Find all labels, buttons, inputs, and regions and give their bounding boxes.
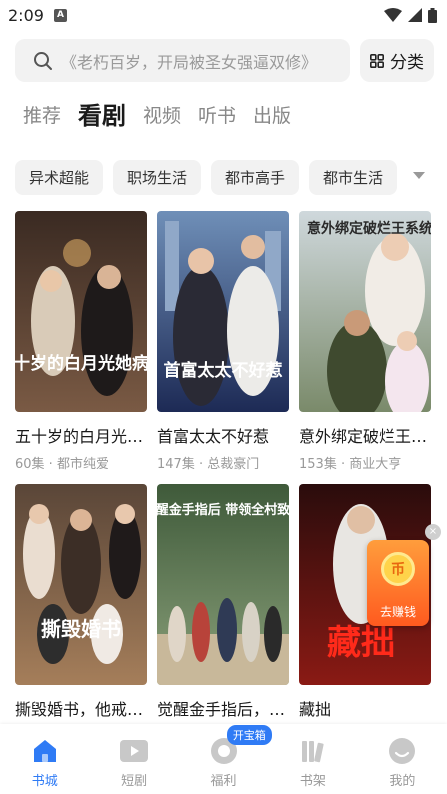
- tab-publish[interactable]: 出版: [253, 100, 291, 132]
- drama-title: 撕毁婚书，他戒掉了恋爱脑: [15, 700, 147, 719]
- drama-card[interactable]: 五十岁的白月光她病了 五十岁的白月光她病了 60集 · 都市纯爱: [15, 211, 147, 472]
- status-bar: 2:09 A: [0, 0, 447, 30]
- drama-cover: 意外绑定破烂王系统: [299, 211, 431, 412]
- drama-card[interactable]: 意外绑定破烂王系统 意外绑定破烂王系统 153集 · 商业大亨: [299, 211, 431, 472]
- grid-row: 五十岁的白月光她病了 五十岁的白月光她病了 60集 · 都市纯爱: [15, 211, 433, 472]
- treasure-box-badge[interactable]: 开宝箱: [226, 725, 272, 745]
- drama-title: 觉醒金手指后，带领全村致富: [157, 700, 289, 719]
- wifi-icon: [384, 8, 402, 22]
- chip-category[interactable]: 都市生活: [309, 160, 398, 195]
- drama-card[interactable]: 撕毁婚书 撕毁婚书，他戒掉了恋爱脑: [15, 484, 147, 720]
- status-time: 2:09: [8, 5, 44, 25]
- search-icon: [34, 51, 52, 70]
- bottom-nav: 书城 短剧 福利 开宝箱 书架 我的: [0, 724, 447, 794]
- nav-label: 书架: [299, 774, 326, 789]
- bookshelf-icon: [298, 736, 328, 766]
- short-drama-icon: [119, 736, 149, 766]
- cover-title-text: 撕毁婚书: [41, 617, 121, 641]
- status-indicators: [384, 7, 437, 23]
- nav-profile[interactable]: 我的: [358, 724, 447, 794]
- drama-cover: 五十岁的白月光她病了: [15, 211, 147, 412]
- classify-button[interactable]: 分类: [360, 39, 434, 82]
- earn-money-label: 去赚钱: [379, 605, 416, 619]
- content-tabs: 推荐 看剧 视频 听书 出版: [23, 98, 291, 132]
- nav-bookshelf[interactable]: 书架: [268, 724, 357, 794]
- chips-expand-icon[interactable]: [413, 172, 425, 179]
- cover-title-text: 五十岁的白月光她病了: [15, 353, 147, 374]
- chip-category[interactable]: 异术超能: [15, 160, 104, 195]
- app-screen: 2:09 A 《老朽百岁，开局被圣女强逼双修》 分类 推荐 看剧 视频 听书 出…: [0, 0, 447, 794]
- classify-label: 分类: [390, 53, 424, 73]
- drama-grid: 五十岁的白月光她病了 五十岁的白月光她病了 60集 · 都市纯爱: [15, 211, 433, 720]
- battery-icon: [428, 7, 437, 23]
- drama-title: 五十岁的白月光她病了: [15, 427, 147, 446]
- drama-card[interactable]: 首富太太不好惹 首富太太不好惹 147集 · 总裁豪门: [157, 211, 289, 472]
- nav-bookstore[interactable]: 书城: [0, 724, 89, 794]
- grid-icon: [370, 53, 384, 68]
- cover-title-text: 首富太太不好惹: [164, 360, 283, 381]
- tab-video[interactable]: 视频: [143, 100, 181, 132]
- nav-label: 福利: [210, 774, 237, 789]
- tab-audiobook[interactable]: 听书: [198, 100, 236, 132]
- search-placeholder: 《老朽百岁，开局被圣女强逼双修》: [61, 52, 318, 72]
- tab-recommend[interactable]: 推荐: [23, 100, 61, 132]
- cover-title-text: 觉醒金手指后 带领全村致富: [157, 502, 289, 518]
- drama-meta: 60集 · 都市纯爱: [15, 457, 109, 472]
- profile-icon: [387, 736, 417, 766]
- drama-cover: 觉醒金手指后 带领全村致富: [157, 484, 289, 685]
- nav-label: 短剧: [121, 774, 148, 789]
- bookstore-icon: [30, 736, 60, 766]
- drama-cover: 首富太太不好惹: [157, 211, 289, 412]
- chip-category[interactable]: 职场生活: [113, 160, 202, 195]
- coin-icon: 币: [381, 552, 415, 586]
- drama-title: 藏拙: [299, 700, 332, 719]
- signal-icon: [408, 8, 422, 22]
- nav-label: 我的: [389, 774, 416, 789]
- drama-title: 首富太太不好惹: [157, 427, 270, 446]
- drama-meta: 147集 · 总裁豪门: [157, 457, 260, 472]
- chip-category[interactable]: 都市高手: [211, 160, 300, 195]
- reward-close-icon[interactable]: ×: [425, 524, 441, 540]
- search-row: 《老朽百岁，开局被圣女强逼双修》 分类: [15, 39, 434, 82]
- drama-cover: 撕毁婚书: [15, 484, 147, 685]
- drama-title: 意外绑定破烂王系统: [299, 427, 431, 446]
- category-chips: 异术超能 职场生活 都市高手 都市生活: [15, 160, 447, 195]
- drama-meta: 153集 · 商业大亨: [299, 457, 402, 472]
- drama-card[interactable]: 觉醒金手指后 带领全村致富 觉醒金手指后，带领全村致富: [157, 484, 289, 720]
- cover-title-text: 意外绑定破烂王系统: [307, 220, 431, 237]
- nav-label: 书城: [31, 774, 58, 789]
- nav-short-drama[interactable]: 短剧: [89, 724, 178, 794]
- tab-drama[interactable]: 看剧: [78, 100, 126, 132]
- nav-welfare[interactable]: 福利 开宝箱: [179, 724, 272, 794]
- cover-title-text: 藏拙: [327, 623, 395, 663]
- notification-icon: A: [53, 8, 67, 22]
- search-input[interactable]: 《老朽百岁，开局被圣女强逼双修》: [15, 39, 350, 82]
- earn-money-widget[interactable]: 币 去赚钱: [367, 540, 429, 626]
